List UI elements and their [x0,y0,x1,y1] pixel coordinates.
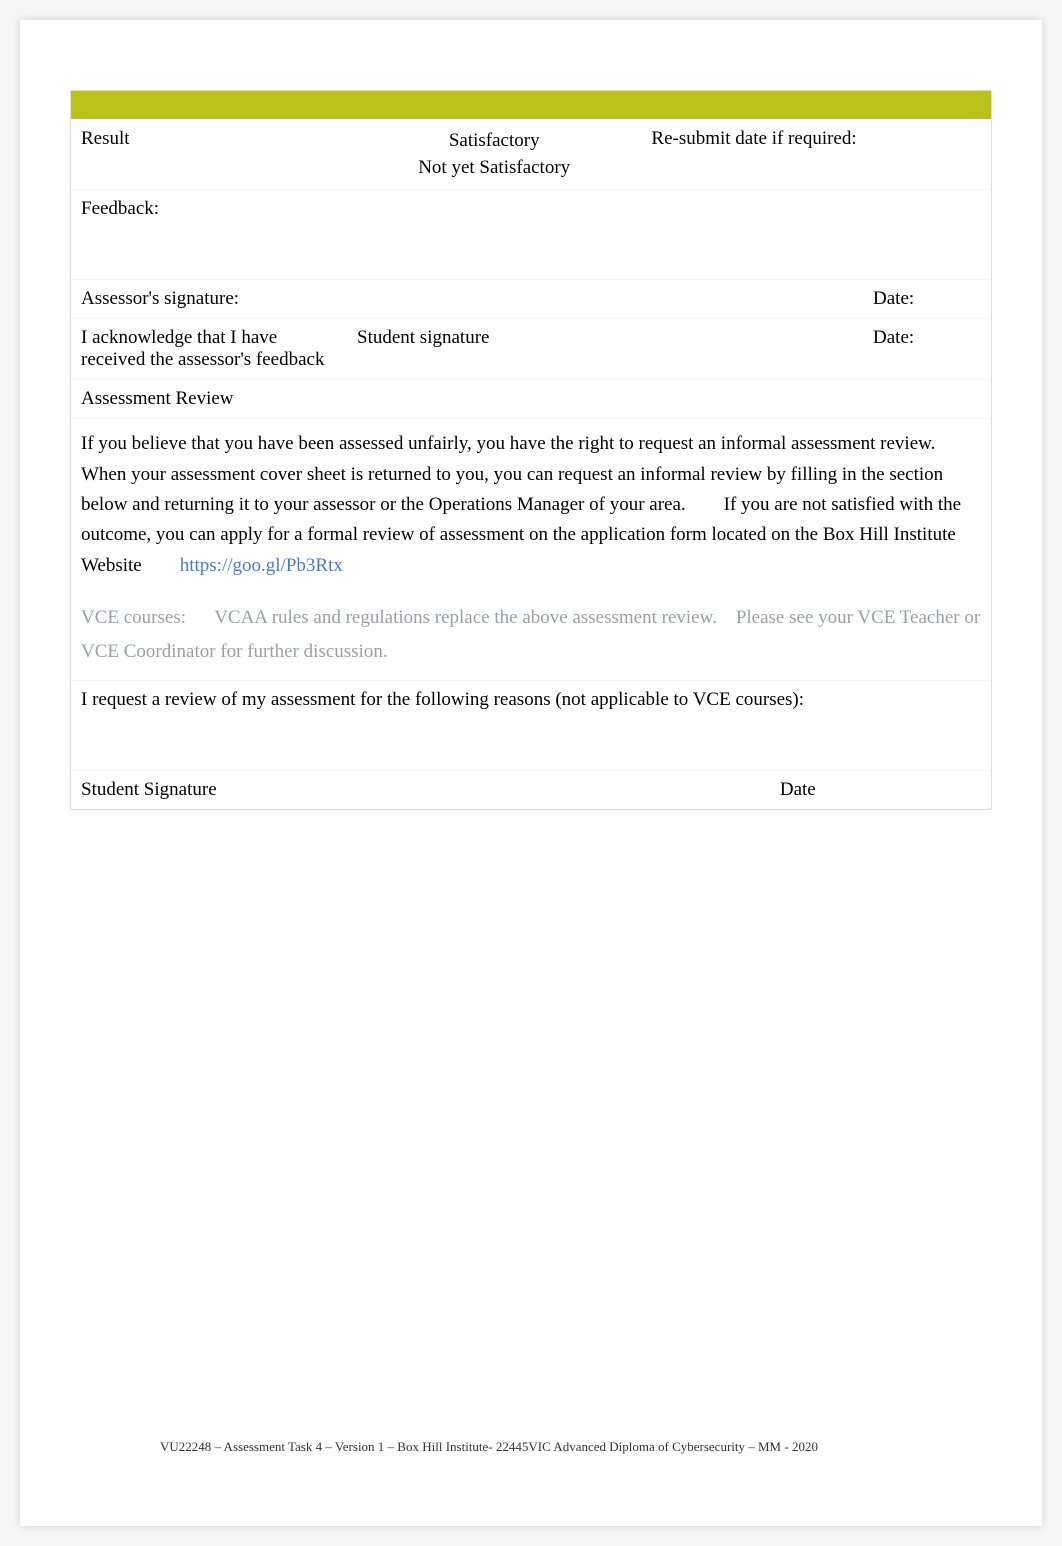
review-reasons-row: I request a review of my assessment for … [71,680,991,770]
assessor-date-label: Date: [873,288,914,309]
acknowledgement-text: I acknowledge that I have received the a… [81,327,324,370]
review-student-signature-label: Student Signature [81,779,217,800]
result-table: Result Satisfactory Not yet Satisfactory… [71,119,991,809]
result-label: Result [81,128,130,149]
review-date-label: Date [780,779,816,800]
resubmit-label: Re-submit date if required: [651,128,856,149]
feedback-label: Feedback: [81,198,159,219]
page-footer: VU22248 – Assessment Task 4 – Version 1 … [160,1438,818,1456]
assessment-review-heading: Assessment Review [81,388,234,409]
review-paragraph-a: If you believe that you have been assess… [81,433,935,454]
review-signature-row: Student Signature Date [71,770,991,809]
header-band [71,91,991,119]
review-reasons-label: I request a review of my assessment for … [81,689,804,710]
vce-label: VCE courses: [81,607,186,628]
result-row: Result Satisfactory Not yet Satisfactory… [71,120,991,190]
review-link[interactable]: https://goo.gl/Pb3Rtx [180,555,343,576]
vce-text: VCAA rules and regulations replace the a… [81,607,980,662]
assessment-review-heading-row: Assessment Review [71,380,991,419]
assessment-review-body-row: If you believe that you have been assess… [71,419,991,680]
result-option-satisfactory[interactable]: Satisfactory [357,128,631,155]
acknowledgement-row: I acknowledge that I have received the a… [71,319,991,380]
assessment-review-text: If you believe that you have been assess… [71,419,991,591]
footer-text: VU22248 – Assessment Task 4 – Version 1 … [160,1439,818,1454]
feedback-row: Feedback: [71,190,991,280]
ack-date-label: Date: [873,327,914,348]
assessor-signature-row: Assessor's signature: Date: [71,280,991,319]
form-container: Result Satisfactory Not yet Satisfactory… [70,90,992,810]
vce-note: VCE courses: VCAA rules and regulations … [71,591,991,679]
student-signature-label: Student signature [357,327,489,348]
assessor-signature-label: Assessor's signature: [81,288,239,309]
result-option-not-yet[interactable]: Not yet Satisfactory [357,155,631,182]
document-page: Result Satisfactory Not yet Satisfactory… [20,20,1042,1526]
